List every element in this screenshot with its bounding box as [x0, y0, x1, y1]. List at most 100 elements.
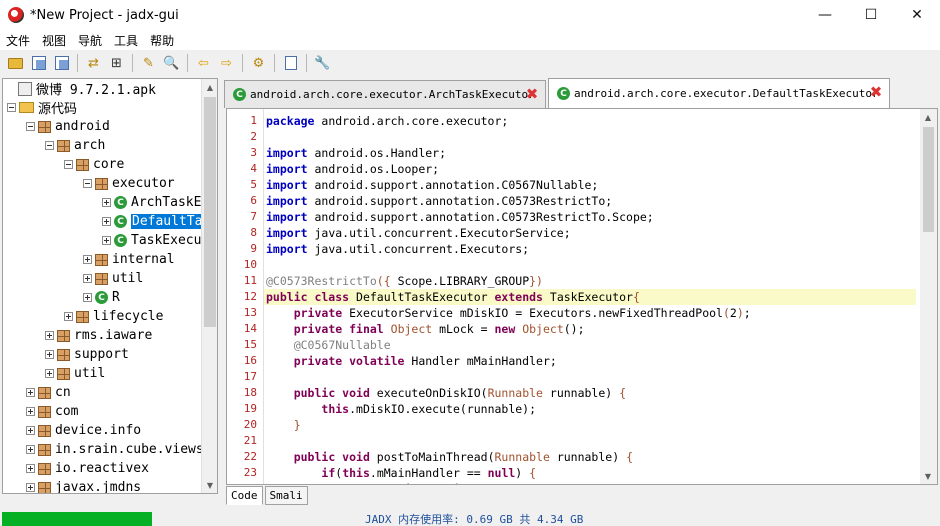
tree-node[interactable]: javax.jmdns: [26, 478, 141, 493]
code-token: {: [626, 450, 633, 464]
expand-toggle[interactable]: [64, 312, 73, 321]
package-icon: [57, 139, 70, 152]
deobfuscation-button[interactable]: ⚙: [249, 53, 269, 73]
code-token: ();: [563, 322, 585, 336]
tab-smali[interactable]: Smali: [264, 486, 308, 505]
menu-tools[interactable]: 工具: [108, 32, 144, 49]
scroll-down-arrow-icon[interactable]: ▼: [920, 468, 936, 484]
tab-default-task-executor[interactable]: C android.arch.core.executor.DefaultTask…: [548, 78, 890, 108]
code-line: import java.util.concurrent.ExecutorServ…: [264, 225, 916, 241]
collapse-toggle[interactable]: [45, 141, 54, 150]
editor-scrollbar[interactable]: ▲ ▼: [920, 109, 937, 484]
close-tab-icon[interactable]: ✖: [525, 87, 539, 102]
minimize-button[interactable]: —: [802, 0, 848, 30]
code-line: import android.support.annotation.C0573R…: [264, 193, 916, 209]
expand-toggle[interactable]: [83, 274, 92, 283]
expand-toggle[interactable]: [26, 445, 35, 454]
code-token: (: [722, 306, 730, 320]
tree-node[interactable]: core: [64, 155, 124, 174]
code-token: if: [321, 466, 336, 480]
tree-node[interactable]: lifecycle: [64, 307, 163, 326]
code-token: android.arch.core.executor;: [314, 114, 509, 128]
expand-toggle[interactable]: [102, 198, 111, 207]
package-icon: [57, 329, 70, 342]
tree-node[interactable]: rms.iaware: [45, 326, 152, 345]
expand-toggle[interactable]: [45, 331, 54, 340]
package-icon: [38, 443, 51, 456]
menu-help[interactable]: 帮助: [144, 32, 180, 49]
open-file-button[interactable]: [6, 53, 26, 73]
expand-toggle[interactable]: [26, 388, 35, 397]
collapse-toggle[interactable]: [64, 160, 73, 169]
tree-node[interactable]: internal: [83, 250, 175, 269]
tree-scrollbar[interactable]: ▲ ▼: [201, 79, 217, 493]
tree-node[interactable]: in.srain.cube.views: [26, 440, 204, 459]
back-button[interactable]: ⇦: [194, 53, 214, 73]
code-area[interactable]: package android.arch.core.executor; impor…: [263, 109, 916, 484]
log-viewer-button[interactable]: [281, 53, 301, 73]
scroll-up-arrow-icon[interactable]: ▲: [920, 109, 936, 125]
tree-node[interactable]: CR: [83, 288, 120, 307]
expand-toggle[interactable]: [26, 407, 35, 416]
menu-file[interactable]: 文件: [0, 32, 36, 49]
menu-view[interactable]: 视图: [36, 32, 72, 49]
editor-scroll-thumb[interactable]: [923, 127, 934, 232]
package-icon: [57, 348, 70, 361]
menu-navigation[interactable]: 导航: [72, 32, 108, 49]
code-token: import: [266, 178, 308, 192]
tree-node-label: in.srain.cube.views: [55, 442, 204, 457]
code-line: import android.os.Looper;: [264, 161, 916, 177]
tree-node[interactable]: device.info: [26, 421, 141, 440]
code-token: 2: [729, 306, 737, 320]
maximize-button[interactable]: ☐: [848, 0, 894, 30]
tree-node[interactable]: util: [45, 364, 105, 383]
project-tree[interactable]: 微博 9.7.2.1.apk 源代码 android arch core execut…: [2, 78, 218, 494]
expand-toggle[interactable]: [26, 426, 35, 435]
preferences-button[interactable]: 🔧: [313, 53, 333, 73]
tree-node[interactable]: support: [45, 345, 129, 364]
text-search-button[interactable]: ✎: [139, 53, 159, 73]
expand-toggle[interactable]: [102, 217, 111, 226]
tab-code[interactable]: Code: [226, 486, 263, 505]
flatten-packages-button[interactable]: ⊞: [107, 53, 127, 73]
code-token: @C0567Nullable: [293, 338, 391, 352]
save-all-button[interactable]: [29, 53, 49, 73]
tree-scroll-thumb[interactable]: [204, 97, 216, 327]
class-search-button[interactable]: 🔍: [162, 53, 182, 73]
collapse-toggle[interactable]: [83, 179, 92, 188]
expand-toggle[interactable]: [45, 369, 54, 378]
collapse-toggle[interactable]: [26, 122, 35, 131]
expand-toggle[interactable]: [45, 350, 54, 359]
close-tab-icon[interactable]: ✖: [869, 85, 883, 100]
tree-node-apk[interactable]: 微博 9.7.2.1.apk: [7, 79, 156, 98]
tree-node[interactable]: com: [26, 402, 78, 421]
expand-toggle[interactable]: [26, 464, 35, 473]
tree-node-source[interactable]: 源代码: [7, 98, 77, 117]
tree-node[interactable]: android: [26, 117, 110, 136]
code-line: }: [264, 417, 916, 433]
export-button[interactable]: [52, 53, 72, 73]
expand-toggle[interactable]: [83, 293, 92, 302]
tree-node[interactable]: cn: [26, 383, 71, 402]
scroll-down-arrow-icon[interactable]: ▼: [202, 477, 217, 493]
line-number: 18: [243, 386, 257, 399]
expand-toggle[interactable]: [102, 236, 111, 245]
sync-tree-button[interactable]: ⇄: [84, 53, 104, 73]
tree-node[interactable]: io.reactivex: [26, 459, 149, 478]
expand-toggle[interactable]: [26, 483, 35, 492]
line-number: 10: [243, 258, 257, 271]
source-folder-icon: [19, 102, 34, 113]
tree-node[interactable]: executor: [83, 174, 175, 193]
close-button[interactable]: ✕: [894, 0, 940, 30]
tree-node[interactable]: util: [83, 269, 143, 288]
forward-button[interactable]: ⇨: [217, 53, 237, 73]
collapse-toggle[interactable]: [7, 103, 16, 112]
tree-node-label: io.reactivex: [55, 461, 149, 476]
scroll-up-arrow-icon[interactable]: ▲: [202, 79, 217, 95]
tab-arch-task-executor[interactable]: C android.arch.core.executor.ArchTaskExe…: [224, 80, 546, 108]
expand-toggle[interactable]: [83, 255, 92, 264]
code-editor[interactable]: 123456789101112131415161718192021222324 …: [226, 108, 938, 485]
tree-node[interactable]: arch: [45, 136, 105, 155]
